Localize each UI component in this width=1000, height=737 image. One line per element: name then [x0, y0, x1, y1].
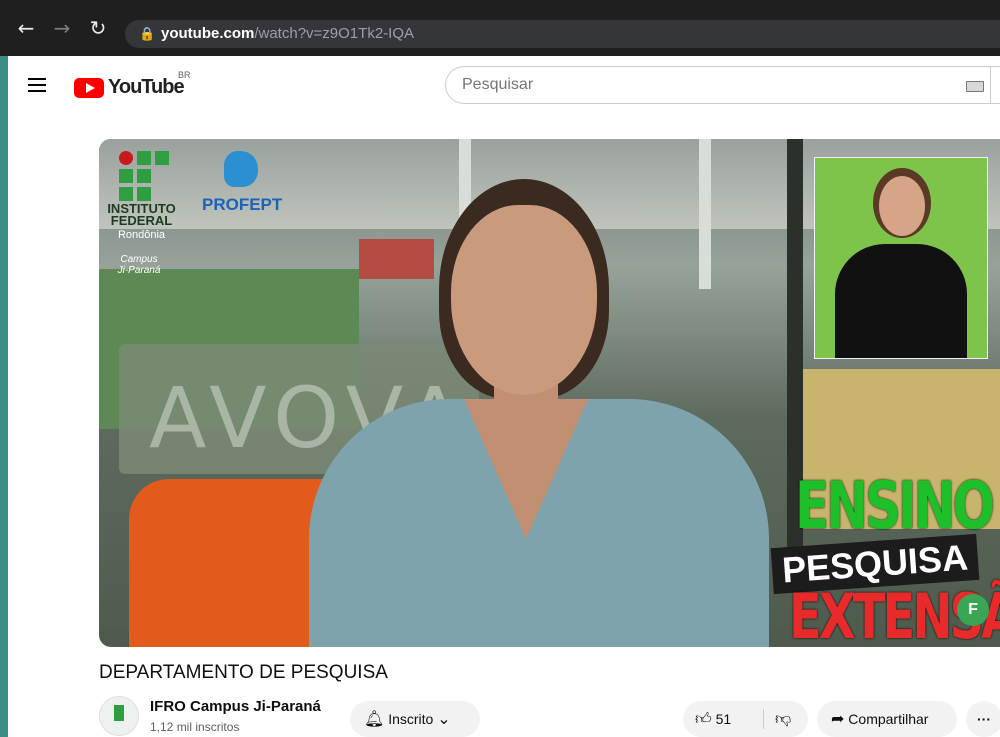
if-logo-dot — [119, 151, 133, 165]
url-host: youtube.com — [161, 25, 255, 42]
profept-text: PROFEPT — [202, 195, 283, 214]
search-divider — [990, 67, 991, 103]
forward-arrow-icon[interactable]: → — [52, 18, 72, 38]
profept-logo-icon — [224, 151, 258, 187]
back-arrow-icon[interactable]: ← — [16, 18, 36, 38]
speaker-face — [451, 205, 597, 395]
channel-name[interactable]: IFRO Campus Ji-Paraná — [150, 698, 321, 715]
browser-toolbar: ← → ↻ 🔒 youtube.com/watch?v=z9O1Tk2-IQA — [0, 0, 1000, 56]
if-logo-square — [137, 151, 151, 165]
share-label: Compartilhar — [848, 711, 929, 727]
search-input[interactable]: Pesquisar — [462, 76, 533, 94]
like-dislike-group: 👍︎ 51 👎︎ — [683, 701, 808, 737]
ifro-logo — [119, 151, 169, 201]
more-actions-button[interactable]: ··· — [966, 701, 1000, 737]
video-bg-sign — [359, 239, 434, 279]
channel-avatar[interactable] — [99, 696, 139, 736]
video-player[interactable]: AVOVA INSTITUTO FEDERAL Rondônia Campus … — [99, 139, 1000, 647]
video-bg-beam — [699, 139, 711, 289]
reload-icon[interactable]: ↻ — [88, 18, 108, 38]
share-arrow-icon: ➦ — [831, 709, 845, 728]
if-logo-square — [119, 187, 133, 201]
logo-text: YouTube — [108, 76, 185, 98]
speaker-neckline — [464, 399, 588, 539]
video-title: DEPARTAMENTO DE PESQUISA — [99, 662, 388, 683]
campus-line1: Campus — [120, 254, 158, 265]
bell-icon: 🔔︎ — [364, 709, 385, 728]
like-button[interactable]: 👍︎ 51 — [695, 701, 731, 737]
play-logo-icon — [74, 78, 104, 98]
country-code: BR — [178, 70, 191, 80]
like-count: 51 — [715, 711, 732, 727]
subscribed-button[interactable]: 🔔︎ Inscrito ⌄ — [350, 701, 480, 737]
subscriber-count: 1,12 mil inscritos — [150, 720, 240, 734]
interpreter-body — [835, 244, 967, 358]
ifro-campus: Campus Ji-Paraná — [109, 254, 169, 276]
keyboard-icon[interactable] — [966, 81, 984, 92]
youtube-page: YouTube BR Pesquisar AVOVA INSTITUTO FED… — [8, 56, 1000, 737]
url-path: /watch?v=z9O1Tk2-IQA — [254, 25, 414, 42]
like-separator — [763, 709, 764, 729]
share-button[interactable]: ➦ Compartilhar — [817, 701, 957, 737]
address-bar[interactable]: 🔒 youtube.com/watch?v=z9O1Tk2-IQA — [125, 20, 1000, 48]
url-text: youtube.com/watch?v=z9O1Tk2-IQA — [161, 20, 414, 48]
if-logo-square — [119, 169, 133, 183]
sign-language-interpreter — [814, 157, 988, 359]
if-logo-square — [137, 187, 151, 201]
interpreter-face — [879, 176, 925, 236]
search-box[interactable]: Pesquisar — [445, 66, 1000, 104]
campus-line2: Ji-Paraná — [117, 265, 161, 276]
lock-icon: 🔒 — [139, 26, 156, 41]
tag-ensino: ENSINO — [795, 468, 995, 544]
chevron-down-icon: ⌄ — [437, 709, 451, 728]
subscribe-label: Inscrito — [388, 711, 434, 727]
if-logo-square — [155, 151, 169, 165]
thumbs-up-icon: 👍︎ — [695, 709, 712, 728]
ifro-state: Rondônia — [117, 229, 166, 241]
menu-icon[interactable] — [28, 78, 46, 92]
if-logo-square — [137, 169, 151, 183]
ifro-logo-text: INSTITUTO FEDERAL Rondônia — [99, 202, 184, 241]
if-badge-icon: F — [957, 594, 989, 626]
ifro-line2: FEDERAL — [110, 213, 173, 228]
thumbs-down-icon[interactable]: 👎︎ — [775, 701, 791, 737]
